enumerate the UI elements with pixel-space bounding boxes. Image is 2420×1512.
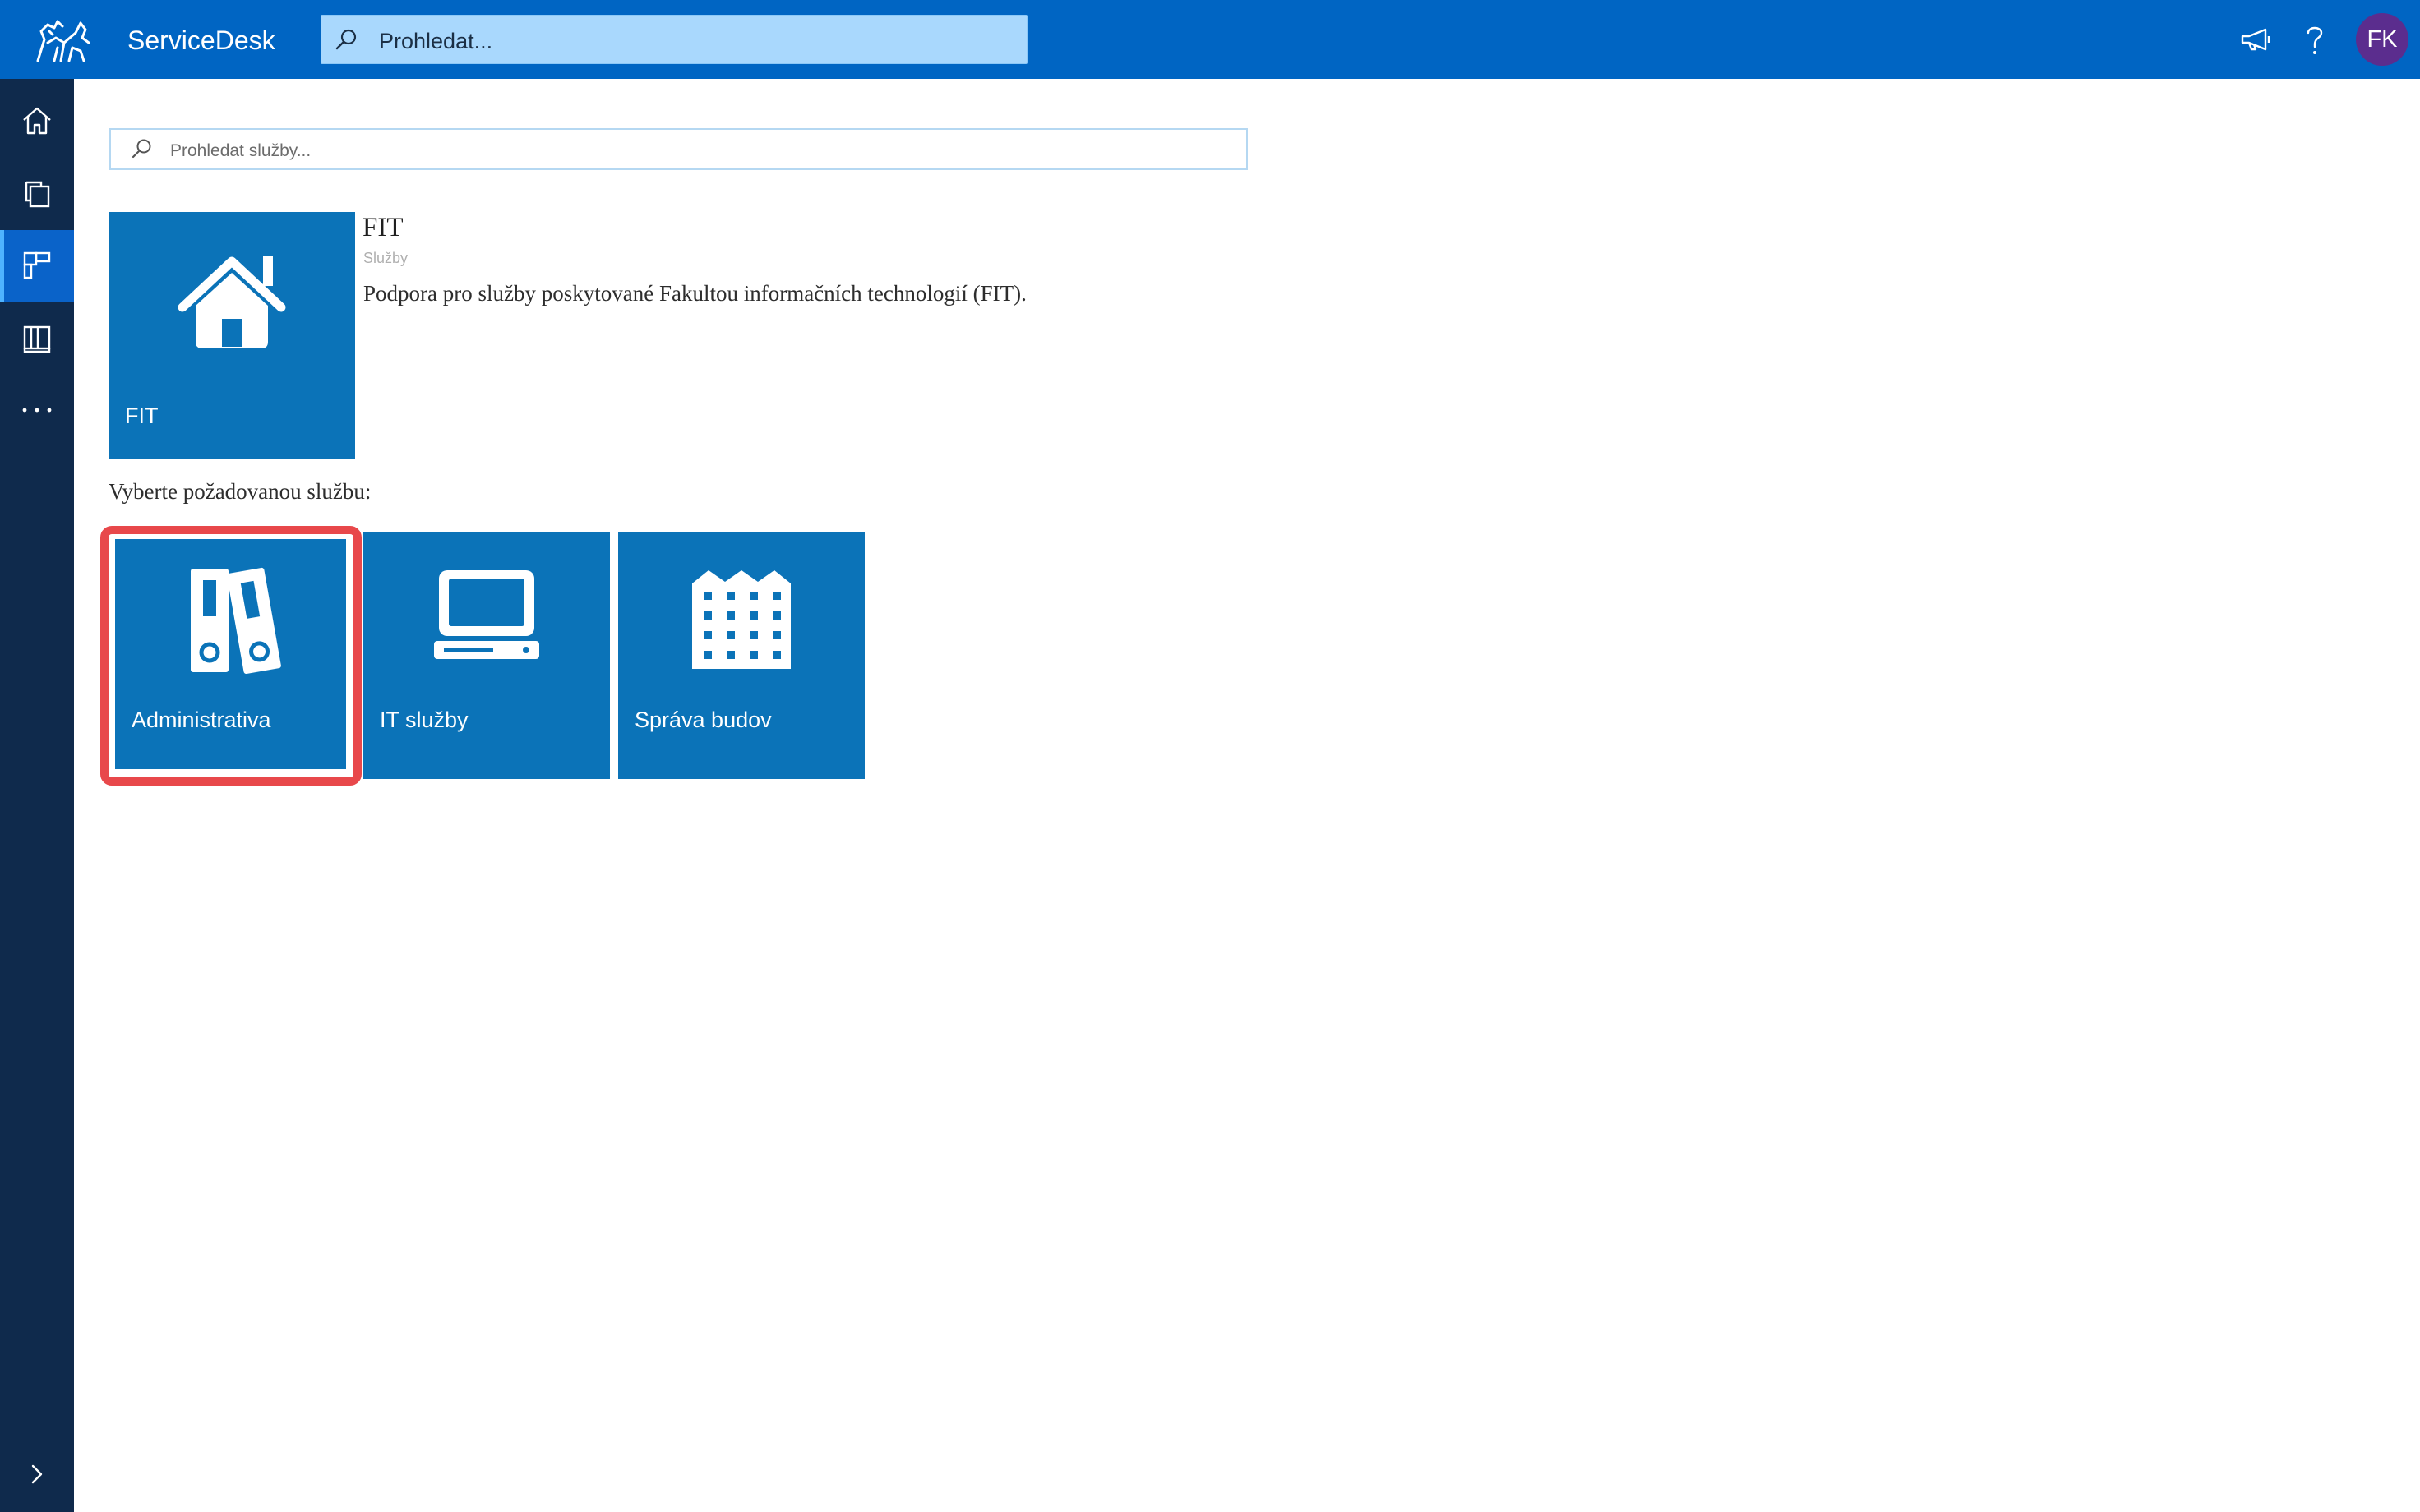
service-tile-label: Správa budov <box>635 708 772 732</box>
service-tile-label: IT služby <box>380 708 469 732</box>
service-tile-sprava-budov[interactable]: Správa budov <box>618 532 865 779</box>
service-tile-administrativa[interactable]: Administrativa <box>115 539 346 769</box>
megaphone-icon[interactable] <box>2236 20 2275 59</box>
sidebar <box>0 79 74 1512</box>
service-search-placeholder: Prohledat služby... <box>170 141 312 160</box>
service-tile-it-sluzby[interactable]: IT služby <box>363 532 610 779</box>
sidebar-item-knowledge[interactable] <box>0 302 74 375</box>
ctu-lion-logo[interactable] <box>33 15 94 64</box>
home-icon <box>23 107 51 135</box>
catalog-icon <box>23 251 51 279</box>
binders-icon <box>191 567 281 675</box>
category-tile-fit[interactable]: FIT <box>109 212 355 459</box>
house-icon <box>178 256 286 348</box>
user-avatar[interactable]: FK <box>2356 13 2408 66</box>
service-tile-label: Administrativa <box>132 708 271 732</box>
sidebar-item-home[interactable] <box>0 85 74 158</box>
choose-service-label: Vyberte požadovanou službu: <box>109 479 372 504</box>
sidebar-item-catalog[interactable] <box>0 230 74 302</box>
service-search-input[interactable]: Prohledat služby... <box>109 128 1248 170</box>
more-icon <box>22 408 52 413</box>
building-icon <box>692 570 791 669</box>
category-subheading: Služby <box>363 250 409 266</box>
help-icon[interactable] <box>2295 20 2335 59</box>
category-description: Podpora pro služby poskytované Fakultou … <box>363 281 1027 306</box>
app-title[interactable]: ServiceDesk <box>127 25 275 56</box>
sidebar-item-requests[interactable] <box>0 158 74 230</box>
category-tile-label: FIT <box>125 403 159 428</box>
search-icon <box>335 29 357 50</box>
app-window: ServiceDesk Prohledat... FK Prohledat sl… <box>0 0 2420 1512</box>
computer-icon <box>434 570 539 659</box>
global-search-placeholder: Prohledat... <box>379 29 493 53</box>
top-bar: ServiceDesk Prohledat... FK <box>0 0 2420 79</box>
copy-icon <box>25 181 50 208</box>
sidebar-item-more[interactable] <box>0 375 74 447</box>
search-icon <box>132 139 151 159</box>
chevron-right-icon[interactable] <box>25 1459 49 1489</box>
global-search-input[interactable]: Prohledat... <box>321 15 1028 64</box>
category-heading: FIT <box>363 213 404 242</box>
book-icon <box>23 325 51 353</box>
